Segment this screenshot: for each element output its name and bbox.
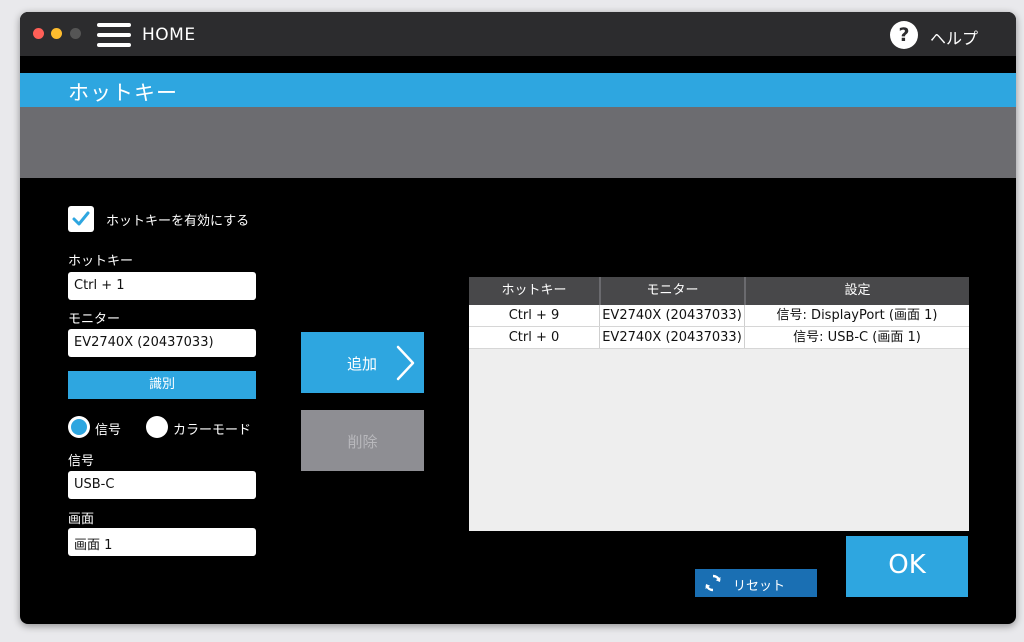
enable-hotkey-label: ホットキーを有効にする (106, 214, 250, 229)
screen-select[interactable]: 画面 1 (68, 528, 256, 556)
cell-monitor: EV2740X (20437033) (602, 330, 742, 345)
reset-button-label: リセット (733, 579, 786, 594)
cell-hotkey: Ctrl + 0 (508, 330, 560, 345)
cell-settings: 信号: DisplayPort (画面 1) (776, 308, 938, 323)
signal-radio-label: 信号 (95, 423, 122, 438)
cell-monitor: EV2740X (20437033) (602, 308, 742, 323)
section-header: ホットキー (20, 73, 1016, 107)
delete-button[interactable]: 削除 (301, 410, 424, 471)
ok-button-label: OK (888, 550, 926, 580)
zoom-window-icon[interactable] (70, 28, 81, 39)
signal-select[interactable]: USB-C (68, 471, 256, 499)
titlebar: HOME ? ヘルプ (20, 12, 1016, 56)
delete-button-label: 削除 (347, 433, 378, 451)
checkmark-icon (72, 211, 90, 226)
help-icon: ? (890, 21, 918, 49)
close-window-icon[interactable] (33, 28, 44, 39)
header-band (20, 107, 1016, 178)
chevron-right-icon (396, 345, 415, 381)
hotkey-field[interactable]: Ctrl + 1 (68, 272, 256, 300)
hotkey-label: ホットキー (68, 254, 134, 269)
monitor-label: モニター (68, 312, 121, 327)
add-button-label: 追加 (347, 355, 378, 373)
column-header-monitor[interactable]: モニター (601, 277, 744, 305)
color-mode-radio[interactable] (146, 416, 168, 438)
cell-hotkey: Ctrl + 9 (508, 308, 560, 323)
table-row[interactable]: Ctrl + 9 EV2740X (20437033) 信号: DisplayP… (469, 305, 969, 327)
signal-label: 信号 (68, 454, 95, 469)
hamburger-menu-icon[interactable] (97, 22, 133, 48)
column-header-settings[interactable]: 設定 (746, 277, 969, 305)
home-label[interactable]: HOME (142, 25, 196, 45)
screen-label: 画面 (68, 512, 95, 527)
color-mode-radio-label: カラーモード (173, 423, 252, 438)
radio-selected-dot (71, 419, 87, 435)
table-row[interactable]: Ctrl + 0 EV2740X (20437033) 信号: USB-C (画… (469, 327, 969, 349)
identify-button[interactable]: 識別 (68, 371, 256, 399)
enable-hotkey-checkbox[interactable] (68, 206, 94, 232)
reset-button[interactable]: リセット (695, 569, 817, 597)
add-button[interactable]: 追加 (301, 332, 424, 393)
hotkey-table[interactable]: ホットキー モニター 設定 Ctrl + 9 EV2740X (20437033… (469, 277, 969, 531)
ok-button[interactable]: OK (846, 536, 968, 597)
signal-radio[interactable] (68, 416, 90, 438)
column-header-hotkey[interactable]: ホットキー (469, 277, 599, 305)
monitor-select[interactable]: EV2740X (20437033) (68, 329, 256, 357)
app-window: HOME ? ヘルプ ホットキー ホットキーを有効にする ホットキー Ctrl … (20, 12, 1016, 624)
help-button[interactable]: ? ヘルプ (890, 20, 990, 50)
help-label: ヘルプ (930, 29, 979, 48)
cell-settings: 信号: USB-C (画面 1) (793, 330, 921, 345)
refresh-icon (705, 574, 721, 592)
minimize-window-icon[interactable] (51, 28, 62, 39)
table-header: ホットキー モニター 設定 (469, 277, 969, 305)
page-title: ホットキー (68, 81, 178, 105)
